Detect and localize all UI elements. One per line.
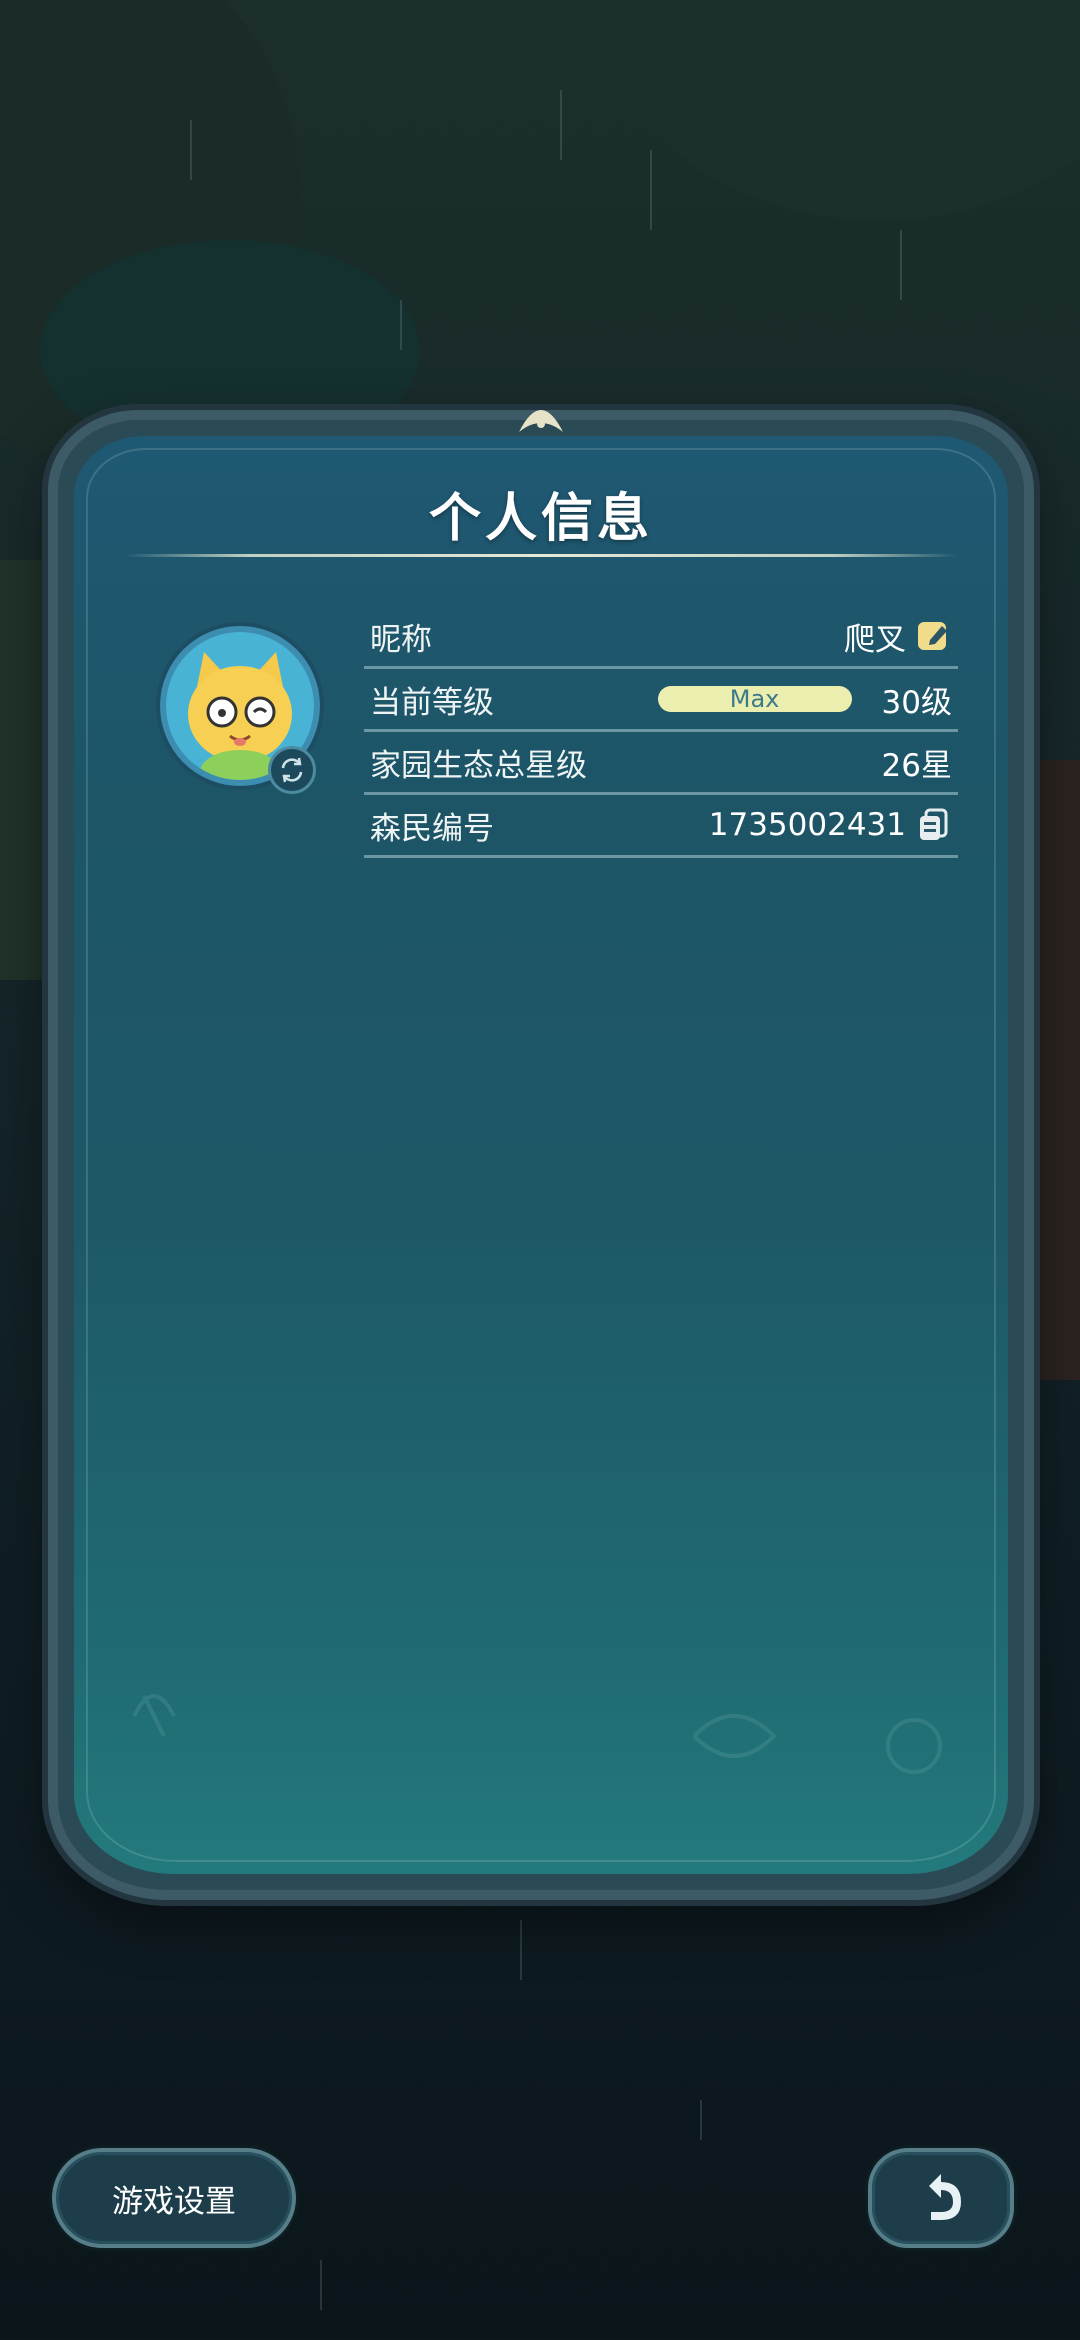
- back-button[interactable]: [868, 2148, 1014, 2248]
- resident-id-label: 森民编号: [370, 810, 494, 847]
- star-rating-label: 家园生态总星级: [370, 747, 587, 784]
- nickname-label: 昵称: [370, 621, 432, 658]
- game-settings-label: 游戏设置: [112, 2183, 236, 2220]
- crest-ornament: [519, 410, 563, 432]
- level-label: 当前等级: [370, 684, 494, 721]
- swap-icon: [281, 757, 303, 783]
- star-rating-value: 26星: [881, 747, 952, 784]
- level-progress-bar: Max: [657, 686, 852, 712]
- profile-info-list: 昵称 爬叉 当前等级 Max 30级 家园生态总星级 26星 森民编号 1735…: [364, 606, 958, 858]
- back-arrow-icon: [929, 2174, 961, 2220]
- profile-panel: 个人信息 昵称 爬叉 当前等级 Max 30级 家园生态总星级 26星 森民编号…: [58, 410, 1024, 1890]
- level-value: 30级: [881, 684, 952, 721]
- panel-title: 个人信息: [428, 489, 653, 549]
- resident-id-row: 森民编号 1735002431: [364, 795, 958, 858]
- resident-id-value: 1735002431: [708, 807, 906, 843]
- panel-inner: 个人信息 昵称 爬叉 当前等级 Max 30级 家园生态总星级 26星 森民编号…: [74, 436, 1008, 1874]
- star-rating-row: 家园生态总星级 26星: [364, 732, 958, 795]
- edit-icon[interactable]: [916, 618, 952, 654]
- nickname-row: 昵称 爬叉: [364, 606, 958, 669]
- swap-avatar-button[interactable]: [268, 746, 316, 794]
- game-settings-button[interactable]: 游戏设置: [52, 2148, 296, 2248]
- copy-icon[interactable]: [916, 807, 952, 843]
- nickname-value: 爬叉: [844, 621, 906, 658]
- title-divider: [124, 554, 958, 557]
- decorative-pattern: [132, 1694, 942, 1774]
- level-row: 当前等级 Max 30级: [364, 669, 958, 732]
